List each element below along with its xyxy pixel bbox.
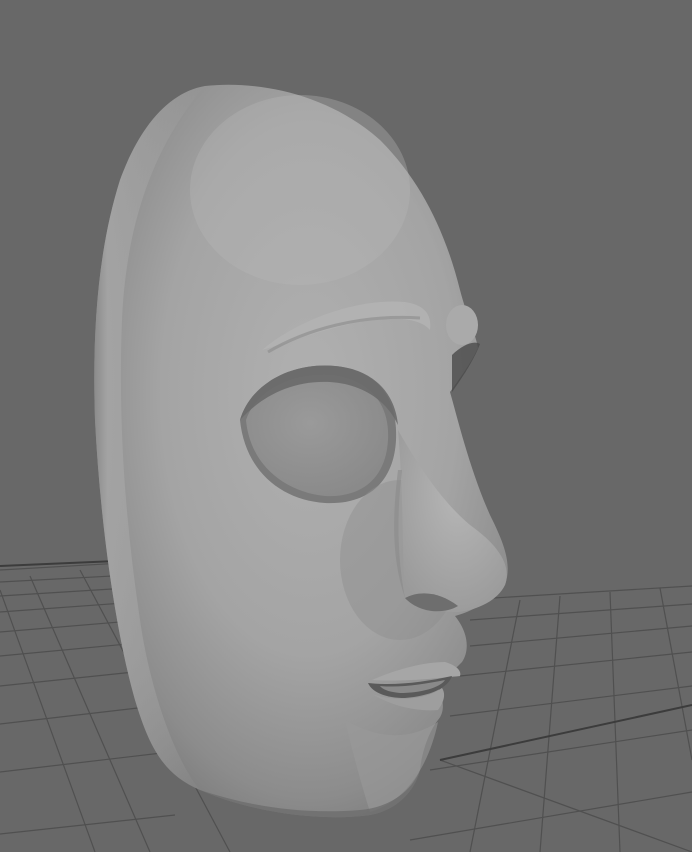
3d-viewport[interactable] [0, 0, 692, 852]
viewport-canvas[interactable] [0, 0, 692, 852]
forehead-highlight [190, 95, 410, 285]
brow-end-bump [446, 305, 478, 345]
